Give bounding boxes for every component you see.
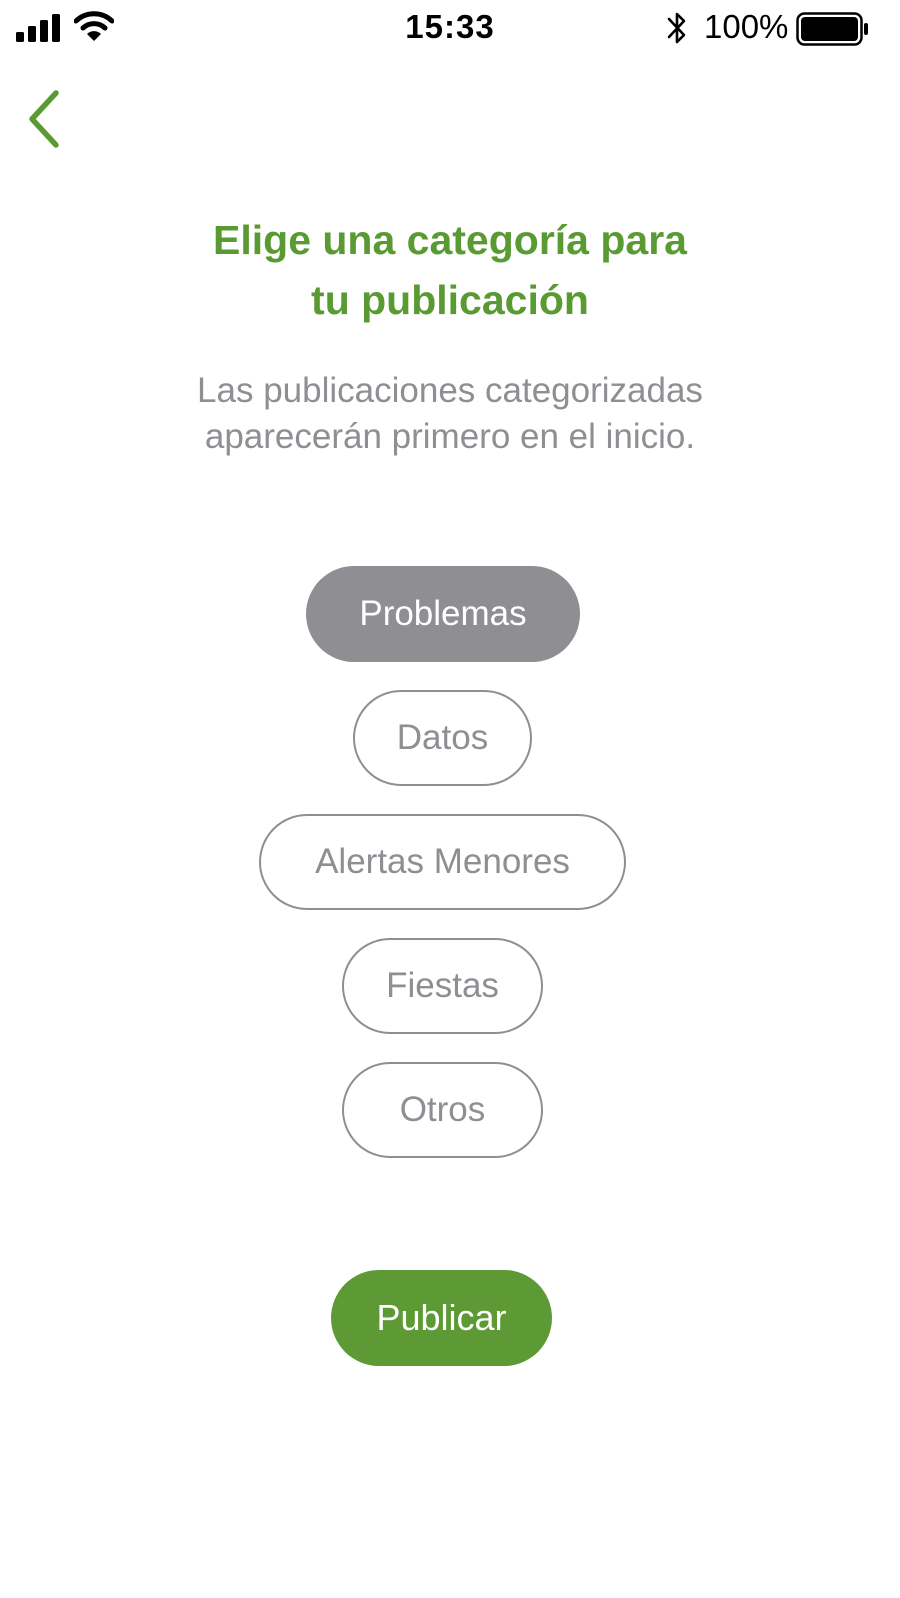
page-subtitle: Las publicaciones categorizadas aparecer… <box>0 368 900 460</box>
bluetooth-icon <box>667 12 686 44</box>
chevron-left-icon <box>29 90 59 148</box>
screen: 15:33 100% Elige una categoría para tu p… <box>0 0 900 1598</box>
battery-icon <box>796 12 868 46</box>
category-pill-problemas[interactable]: Problemas <box>306 566 580 662</box>
subtitle-line-1: Las publicaciones categorizadas <box>197 371 703 410</box>
battery-percent: 100% <box>704 8 789 45</box>
subtitle-line-2: aparecerán primero en el inicio. <box>204 417 696 456</box>
category-pill-fiestas[interactable]: Fiestas <box>342 938 543 1034</box>
category-pill-alertas-menores[interactable]: Alertas Menores <box>259 814 626 910</box>
back-button[interactable] <box>14 82 74 156</box>
publish-button[interactable]: Publicar <box>331 1270 552 1366</box>
category-pill-datos[interactable]: Datos <box>353 690 532 786</box>
page-title: Elige una categoría para tu publicación <box>0 210 900 330</box>
title-line-2: tu publicación <box>311 277 589 323</box>
category-pill-otros[interactable]: Otros <box>342 1062 543 1158</box>
status-bar: 15:33 100% <box>0 0 900 58</box>
title-line-1: Elige una categoría para <box>213 217 687 263</box>
